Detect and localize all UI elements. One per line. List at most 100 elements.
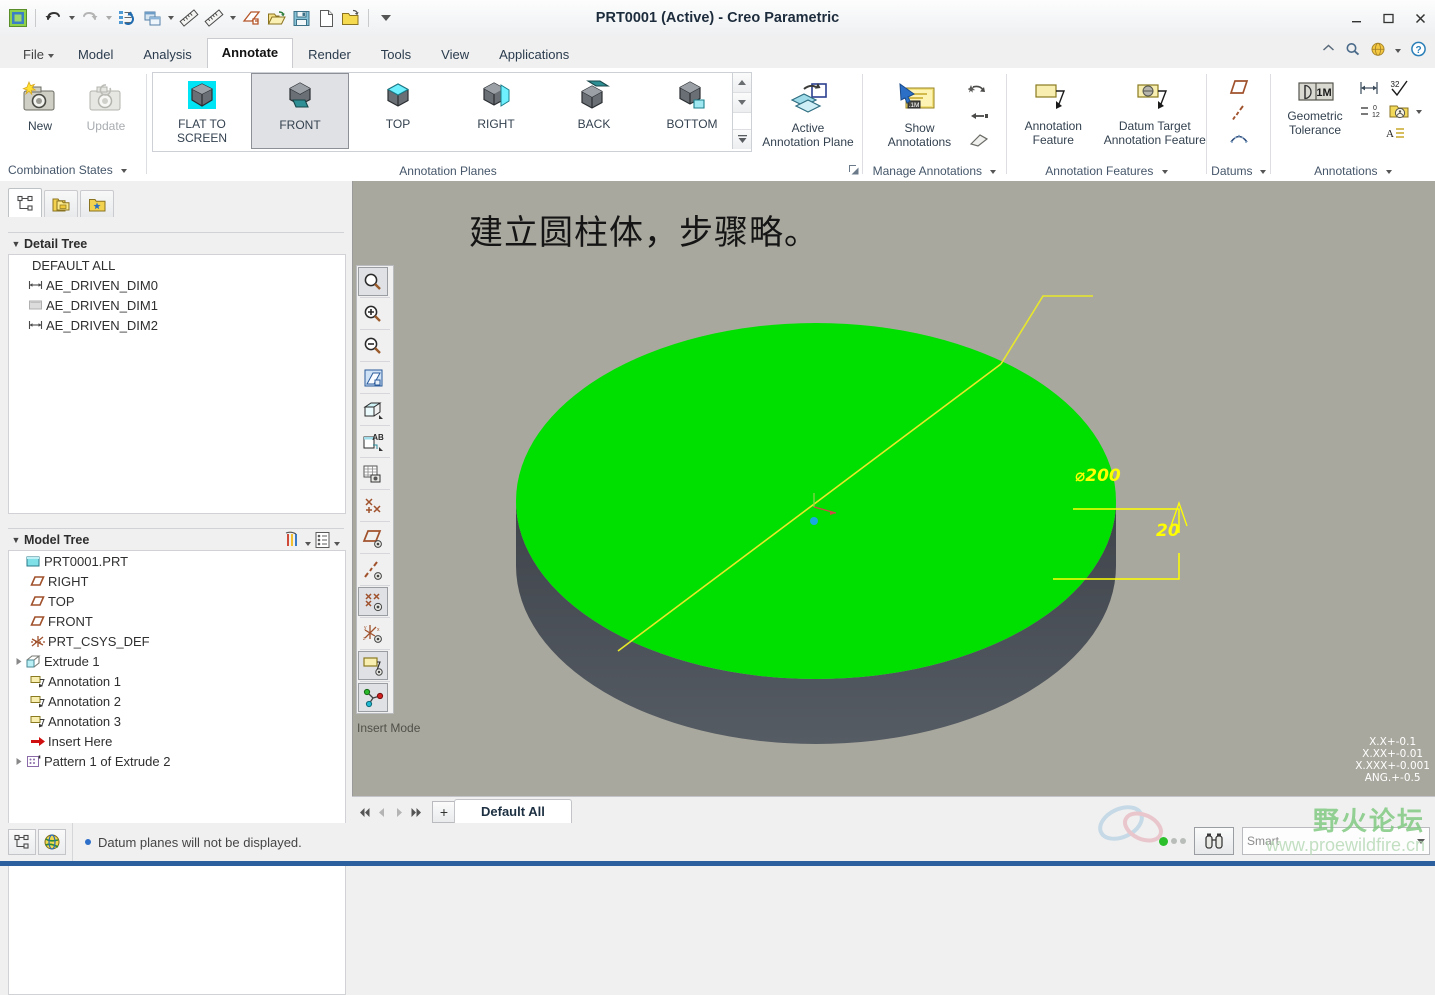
zoom-in-button[interactable] — [358, 299, 388, 328]
model-tree-row-insert-here[interactable]: Insert Here — [9, 731, 345, 751]
annotation-plane-flat-to-screen[interactable]: FLAT TO SCREEN — [153, 73, 251, 154]
display-dropdown-icon[interactable] — [334, 535, 340, 549]
measure2-icon[interactable] — [202, 6, 226, 30]
prev-sheet-button[interactable] — [375, 803, 389, 821]
model-tree-twisty-icon[interactable]: ▼ — [8, 535, 24, 545]
help-dropdown-icon[interactable] — [1395, 48, 1401, 53]
measure-icon[interactable] — [177, 6, 201, 30]
model-tree-row-part[interactable]: PRT0001.PRT — [9, 551, 345, 571]
new-combination-state-button[interactable]: New — [11, 76, 69, 160]
coordinate-system-display-button[interactable]: yxz — [358, 619, 388, 648]
datum-plane-display-button[interactable] — [358, 523, 388, 552]
tab-applications[interactable]: Applications — [484, 40, 584, 68]
saved-views-button[interactable]: AB — [358, 427, 388, 456]
repaint-button[interactable] — [358, 363, 388, 392]
sheet-tab-default-all[interactable]: Default All — [454, 799, 572, 825]
tab-tools[interactable]: Tools — [366, 40, 426, 68]
detail-tree-row-ae-driven-dim0[interactable]: AE_DRIVEN_DIM0 — [9, 275, 345, 295]
annotation-plane-bottom[interactable]: BOTTOM — [643, 73, 741, 154]
tab-file[interactable]: File — [8, 40, 63, 68]
open-icon[interactable] — [264, 6, 288, 30]
minimize-button[interactable] — [1347, 9, 1365, 27]
cylinder-model[interactable] — [353, 181, 1435, 796]
filter-dropdown-icon[interactable] — [305, 535, 311, 549]
detail-tree-header[interactable]: ▼ Detail Tree — [8, 232, 344, 256]
open-folder-icon[interactable] — [339, 6, 363, 30]
model-tree-row-csys[interactable]: PRT_CSYS_DEF — [9, 631, 345, 651]
next-sheet-button[interactable] — [392, 803, 406, 821]
navigator-tab-folder-browser[interactable] — [44, 190, 78, 217]
datums-group-label-row[interactable]: Datums — [1207, 164, 1270, 178]
model-tree-header[interactable]: ▼ Model Tree — [8, 528, 344, 552]
undo-icon[interactable] — [41, 6, 65, 30]
geometric-tolerance-button[interactable]: 1M Geometric Tolerance — [1279, 76, 1351, 160]
spin-center-button[interactable] — [358, 683, 388, 712]
last-sheet-button[interactable] — [409, 803, 423, 821]
datum-axis-display-button[interactable] — [358, 555, 388, 584]
tab-analysis[interactable]: Analysis — [128, 40, 206, 68]
model-tree-row-extrude1[interactable]: Extrude 1 — [9, 651, 345, 671]
first-sheet-button[interactable] — [358, 803, 372, 821]
annotation-text-button[interactable]: A — [1381, 124, 1409, 146]
model-tree-row-annotation3[interactable]: Annotation 3 — [9, 711, 345, 731]
gallery-scroll-track[interactable] — [733, 113, 751, 129]
detail-tree-row-default-all[interactable]: DEFAULT ALL — [9, 255, 345, 275]
help-globe-icon[interactable] — [1370, 42, 1386, 60]
search-icon[interactable] — [1345, 42, 1361, 60]
annotation-plane-top[interactable]: TOP — [349, 73, 447, 154]
tab-view[interactable]: View — [426, 40, 484, 68]
thickness-dimension-text[interactable]: 20 — [1156, 521, 1180, 541]
search-dropdown-icon[interactable] — [1417, 838, 1425, 844]
maximize-button[interactable] — [1379, 9, 1397, 27]
datum-point-display2-button[interactable] — [358, 587, 388, 616]
gallery-expand-button[interactable] — [733, 129, 751, 149]
gallery-scrollbar[interactable] — [732, 73, 751, 149]
detail-tree-twisty-icon[interactable]: ▼ — [8, 239, 24, 249]
tab-render[interactable]: Render — [293, 40, 366, 68]
zoom-window-button[interactable] — [358, 267, 388, 296]
new-icon[interactable] — [314, 6, 338, 30]
ordinate-dimension-button[interactable]: 0 12 — [1355, 101, 1383, 123]
zoom-out-button[interactable] — [358, 331, 388, 360]
datum-target-annotation-feature-button[interactable]: Datum Target Annotation Feature — [1104, 78, 1206, 162]
display-style-button[interactable] — [358, 395, 388, 424]
measure-dropdown-icon[interactable] — [227, 6, 238, 30]
manage-annotations-group-label-row[interactable]: Manage Annotations — [863, 164, 1006, 178]
navigator-tab-model-tree[interactable] — [8, 188, 42, 217]
show-annotations-button[interactable]: .1M Show Annotations — [877, 76, 963, 160]
help-question-icon[interactable]: ? — [1410, 41, 1427, 60]
globe-button[interactable] — [38, 829, 66, 855]
model-tree-row-pattern1[interactable]: Pattern 1 of Extrude 2 — [9, 751, 345, 771]
tab-model[interactable]: Model — [63, 40, 128, 68]
selection-filter-button[interactable] — [8, 829, 36, 855]
annotation-plane-front[interactable]: FRONT — [251, 73, 349, 149]
surface-finish-button[interactable]: 32 — [1385, 78, 1413, 100]
datum-axis-button[interactable] — [1226, 103, 1252, 125]
annotations-group-label-row[interactable]: Annotations — [1271, 164, 1435, 178]
qat-dropdown-icon[interactable] — [374, 6, 398, 30]
model-tree-row-annotation1[interactable]: Annotation 1 — [9, 671, 345, 691]
creo-logo-icon[interactable] — [6, 6, 30, 30]
add-sheet-button[interactable]: + — [432, 801, 456, 823]
remove-annotation-button[interactable] — [965, 106, 993, 128]
window-layout-icon[interactable] — [140, 6, 164, 30]
annotation-plane-right[interactable]: RIGHT — [447, 73, 545, 154]
redo-dropdown-icon[interactable] — [103, 6, 114, 30]
combination-states-caret-icon[interactable] — [121, 168, 128, 173]
datums-caret-icon[interactable] — [1259, 169, 1266, 174]
graphics-viewport[interactable]: 建立圆柱体，步骤略。 ⌀200 20 X.X+-0.1 X.XX+-0.01 X… — [352, 181, 1435, 796]
model-tree-expander[interactable] — [13, 757, 25, 766]
dimension-button[interactable] — [1355, 78, 1383, 100]
gallery-scroll-up-button[interactable] — [733, 73, 751, 93]
datum-plane-button[interactable] — [1226, 78, 1252, 100]
active-annotation-plane-button[interactable]: Active Annotation Plane — [756, 78, 860, 162]
regenerate-icon[interactable] — [115, 6, 139, 30]
detail-tree-box[interactable]: DEFAULT ALL AE_DRIVEN_DIM0 AE_DRIVEN_DIM… — [8, 254, 346, 514]
annotation-features-group-label-row[interactable]: Annotation Features — [1007, 164, 1206, 178]
annotation-feature-button[interactable]: Annotation Feature — [1007, 78, 1100, 162]
manage-annotations-caret-icon[interactable] — [990, 169, 997, 174]
navigator-tab-favorites[interactable] — [80, 190, 114, 217]
datum-curve-button[interactable] — [1226, 128, 1252, 150]
find-button[interactable] — [1194, 827, 1234, 855]
repaint-icon[interactable] — [239, 6, 263, 30]
